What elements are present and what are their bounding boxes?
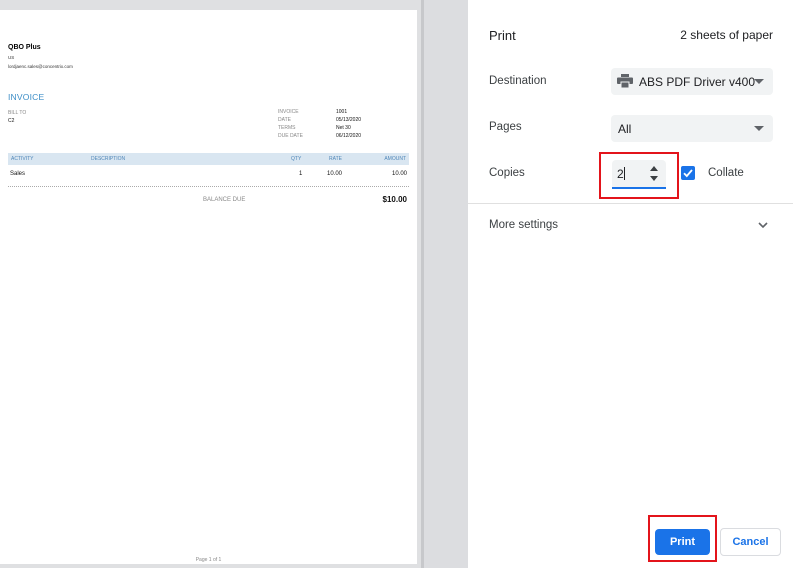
meta-label: DUE DATE: [278, 133, 303, 139]
preview-gutter: [421, 0, 468, 568]
column-amount: AMOUNT: [384, 156, 406, 162]
invoice-terms-row: TERMS Net 30: [278, 125, 408, 133]
printer-icon: [617, 74, 633, 88]
company-name: QBO Plus: [8, 44, 41, 51]
balance-due-value: $10.00: [382, 195, 407, 204]
invoice-title: INVOICE: [8, 92, 45, 102]
section-divider: [468, 203, 793, 204]
more-settings-label[interactable]: More settings: [489, 219, 558, 231]
collate-checkbox[interactable]: [681, 166, 695, 180]
invoice-page: QBO Plus US lordjaenc.sales@concentrix.c…: [0, 10, 417, 564]
meta-value: 05/13/2020: [336, 117, 362, 123]
company-email: lordjaenc.sales@concentrix.com: [8, 64, 73, 69]
print-title: Print: [489, 28, 516, 43]
column-description: DESCRIPTION: [91, 156, 126, 162]
column-rate: RATE: [329, 156, 342, 162]
column-qty: QTY: [291, 156, 302, 162]
row-amount: 10.00: [391, 171, 407, 177]
invoice-date-row: DATE 05/13/2020: [278, 117, 408, 125]
row-activity: Sales: [10, 171, 26, 177]
chevron-down-icon: [754, 79, 764, 84]
cancel-button[interactable]: Cancel: [720, 528, 781, 556]
bill-to-value: C2: [8, 118, 15, 124]
company-country: US: [8, 55, 15, 60]
destination-select[interactable]: ABS PDF Driver v400: [611, 68, 773, 95]
check-icon: [683, 169, 693, 178]
meta-label: DATE: [278, 117, 291, 123]
invoice-number-row: INVOICE 1001: [278, 109, 408, 117]
meta-value: 06/12/2020: [336, 133, 362, 139]
meta-value: 1001: [336, 109, 348, 115]
collate-label[interactable]: Collate: [708, 167, 744, 179]
column-activity: ACTIVITY: [11, 156, 34, 162]
sheet-count: 2 sheets of paper: [680, 28, 773, 42]
copies-label: Copies: [489, 167, 525, 179]
meta-value: Net 30: [336, 125, 351, 131]
meta-label: INVOICE: [278, 109, 299, 115]
chevron-down-icon[interactable]: [757, 220, 769, 230]
print-preview: QBO Plus US lordjaenc.sales@concentrix.c…: [0, 0, 421, 568]
destination-label: Destination: [489, 75, 547, 87]
destination-value: ABS PDF Driver v400: [639, 75, 756, 89]
pages-label: Pages: [489, 121, 522, 133]
row-divider: [8, 186, 409, 187]
row-qty: 1: [299, 171, 303, 177]
table-header: ACTIVITY DESCRIPTION QTY RATE AMOUNT: [8, 153, 409, 165]
print-button-highlight: [648, 515, 717, 562]
pages-select[interactable]: All: [611, 115, 773, 142]
balance-due-label: BALANCE DUE: [203, 197, 246, 203]
page-number: Page 1 of 1: [195, 557, 222, 563]
chevron-down-icon: [754, 126, 764, 131]
row-rate: 10.00: [327, 171, 343, 177]
bill-to-label: BILL TO: [8, 110, 27, 116]
meta-label: TERMS: [278, 125, 296, 131]
pages-value: All: [618, 122, 632, 136]
invoice-due-date-row: DUE DATE 06/12/2020: [278, 133, 408, 141]
copies-highlight: [599, 152, 679, 199]
print-settings-panel: Print 2 sheets of paper Destination ABS …: [468, 0, 793, 568]
